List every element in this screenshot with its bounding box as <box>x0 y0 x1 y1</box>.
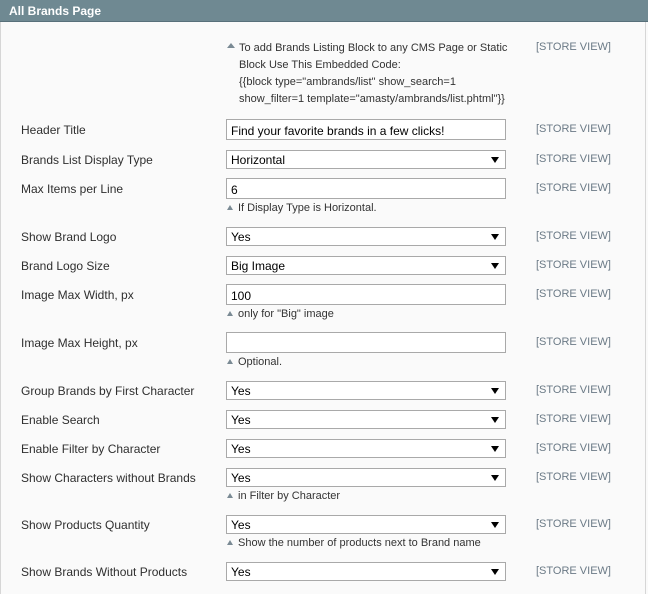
scope-label: [STORE VIEW] <box>536 565 611 577</box>
note-arrow-icon <box>227 493 233 498</box>
select-value: Yes <box>231 518 251 532</box>
scope-label: [STORE VIEW] <box>536 413 611 425</box>
max-height-input[interactable] <box>226 332 506 353</box>
show-chars-without-note: in Filter by Character <box>227 490 340 502</box>
group-by-char-label: Group Brands by First Character <box>21 384 195 398</box>
dropdown-arrow-icon <box>491 522 499 528</box>
info-line: To add Brands Listing Block to any CMS P… <box>239 42 508 54</box>
note-arrow-icon <box>227 359 233 364</box>
info-arrow-icon <box>227 43 235 48</box>
note-arrow-icon <box>227 540 233 545</box>
max-items-input[interactable] <box>226 178 506 199</box>
scope-label: [STORE VIEW] <box>536 518 611 530</box>
info-line: Block Use This Embedded Code: <box>239 59 401 71</box>
scope-label: [STORE VIEW] <box>536 41 611 53</box>
show-qty-note: Show the number of products next to Bran… <box>227 537 481 549</box>
dropdown-arrow-icon <box>491 157 499 163</box>
show-without-products-label: Show Brands Without Products <box>21 565 188 579</box>
scope-label: [STORE VIEW] <box>536 471 611 483</box>
section-header[interactable]: All Brands Page <box>0 0 648 22</box>
logo-size-select[interactable]: Big Image <box>226 256 506 275</box>
select-value: Big Image <box>231 259 286 273</box>
dropdown-arrow-icon <box>491 569 499 575</box>
select-value: Yes <box>231 230 251 244</box>
group-by-char-select[interactable]: Yes <box>226 381 506 400</box>
max-height-label: Image Max Height, px <box>21 336 138 350</box>
header-title-input[interactable] <box>226 119 506 140</box>
note-arrow-icon <box>227 205 233 210</box>
show-chars-without-label: Show Characters without Brands <box>21 471 196 485</box>
max-width-input[interactable] <box>226 284 506 305</box>
scope-label: [STORE VIEW] <box>536 336 611 348</box>
info-line: show_filter=1 template="amasty/ambrands/… <box>239 93 505 105</box>
enable-filter-select[interactable]: Yes <box>226 439 506 458</box>
show-logo-select[interactable]: Yes <box>226 227 506 246</box>
dropdown-arrow-icon <box>491 234 499 240</box>
scope-label: [STORE VIEW] <box>536 442 611 454</box>
display-type-label: Brands List Display Type <box>21 153 153 167</box>
show-qty-label: Show Products Quantity <box>21 518 150 532</box>
show-chars-without-select[interactable]: Yes <box>226 468 506 487</box>
scope-label: [STORE VIEW] <box>536 384 611 396</box>
dropdown-arrow-icon <box>491 388 499 394</box>
scope-label: [STORE VIEW] <box>536 182 611 194</box>
scope-label: [STORE VIEW] <box>536 230 611 242</box>
dropdown-arrow-icon <box>491 417 499 423</box>
dropdown-arrow-icon <box>491 446 499 452</box>
max-items-note: If Display Type is Horizontal. <box>227 202 377 214</box>
scope-label: [STORE VIEW] <box>536 288 611 300</box>
select-value: Yes <box>231 413 251 427</box>
show-qty-select[interactable]: Yes <box>226 515 506 534</box>
dropdown-arrow-icon <box>491 475 499 481</box>
select-value: Yes <box>231 442 251 456</box>
dropdown-arrow-icon <box>491 263 499 269</box>
max-width-note: only for "Big" image <box>227 308 334 320</box>
enable-filter-label: Enable Filter by Character <box>21 442 161 456</box>
max-height-note: Optional. <box>227 356 282 368</box>
max-width-label: Image Max Width, px <box>21 288 134 302</box>
max-items-label: Max Items per Line <box>21 182 124 196</box>
embed-code-info: To add Brands Listing Block to any CMS P… <box>239 40 524 108</box>
note-arrow-icon <box>227 311 233 316</box>
scope-label: [STORE VIEW] <box>536 153 611 165</box>
show-without-products-select[interactable]: Yes <box>226 562 506 581</box>
select-value: Horizontal <box>231 153 286 167</box>
scope-label: [STORE VIEW] <box>536 259 611 271</box>
show-logo-label: Show Brand Logo <box>21 230 117 244</box>
info-line: {{block type="ambrands/list" show_search… <box>239 76 456 88</box>
select-value: Yes <box>231 384 251 398</box>
section-title: All Brands Page <box>9 4 102 18</box>
display-type-select[interactable]: Horizontal <box>226 150 506 169</box>
logo-size-label: Brand Logo Size <box>21 259 110 273</box>
enable-search-select[interactable]: Yes <box>226 410 506 429</box>
header-title-label: Header Title <box>21 123 86 137</box>
scope-label: [STORE VIEW] <box>536 123 611 135</box>
select-value: Yes <box>231 471 251 485</box>
enable-search-label: Enable Search <box>21 413 100 427</box>
select-value: Yes <box>231 565 251 579</box>
